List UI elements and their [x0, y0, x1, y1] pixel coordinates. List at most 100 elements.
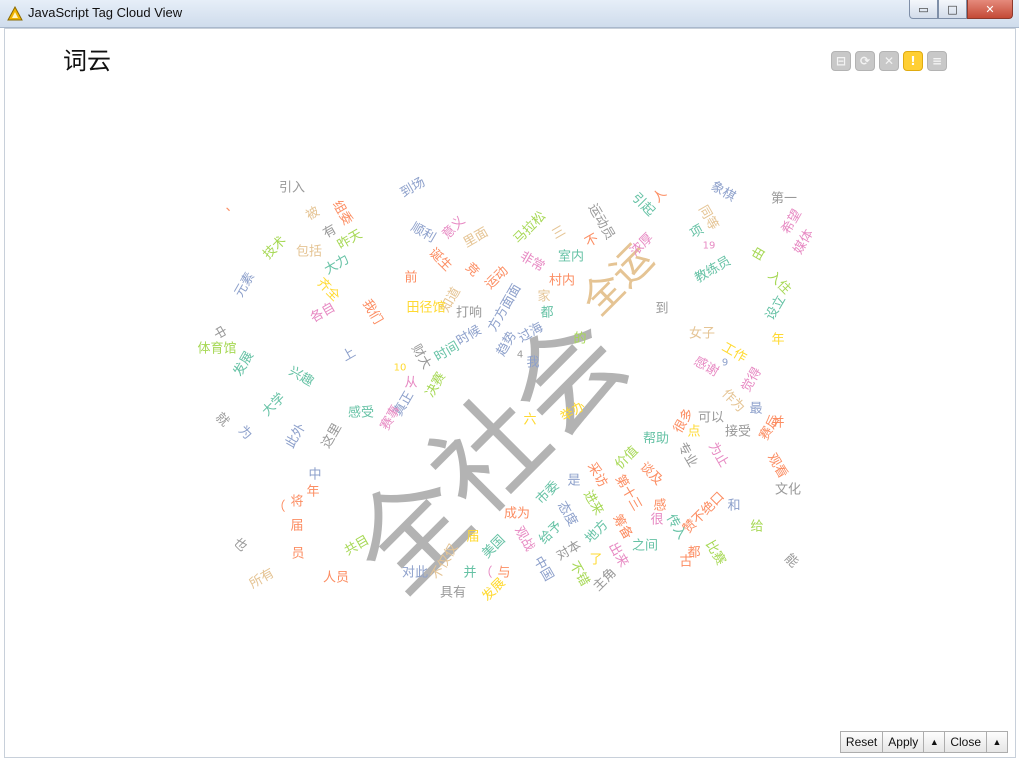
cloud-word[interactable]: 的 [573, 331, 586, 347]
cloud-word[interactable]: 教练员 [692, 253, 734, 286]
close-window-button[interactable]: ✕ [967, 0, 1013, 19]
cloud-word[interactable]: 人员 [323, 571, 349, 586]
cloud-word[interactable]: 将 [290, 495, 303, 510]
cloud-word[interactable]: 为 [235, 423, 255, 443]
reset-button[interactable]: Reset [839, 731, 884, 753]
cloud-word[interactable]: 各自 [307, 299, 338, 326]
cloud-word[interactable]: 传入 [663, 512, 689, 542]
cloud-word[interactable]: 很 [650, 513, 663, 528]
apply-button[interactable]: Apply [882, 731, 925, 753]
cloud-word[interactable]: 技术 [260, 233, 289, 262]
cloud-word[interactable]: 第一 [771, 192, 797, 207]
cloud-word[interactable]: 最 [749, 402, 762, 417]
cloud-word[interactable]: 时候 [454, 323, 484, 349]
cloud-word[interactable]: 大力 [322, 252, 352, 278]
cloud-word[interactable]: 也 [230, 535, 250, 555]
cloud-word[interactable]: 4 [517, 350, 523, 361]
cloud-word[interactable]: 打响 [456, 305, 482, 321]
cloud-word[interactable]: 诞生 [425, 245, 454, 274]
cloud-word[interactable]: 比赛 [702, 537, 729, 568]
cloud-word[interactable]: 帮助 [643, 432, 669, 447]
cloud-word[interactable]: 和 [727, 499, 740, 514]
cloud-word[interactable]: 到 [655, 302, 668, 317]
cloud-word[interactable]: 引入 [279, 181, 305, 196]
cloud-word[interactable]: 感 [653, 498, 666, 514]
cloud-word[interactable]: 都 [540, 306, 553, 321]
cloud-word[interactable]: 年 [306, 485, 319, 500]
cloud-word[interactable]: 六 [523, 413, 536, 428]
cloud-word[interactable]: 观看 [764, 450, 791, 481]
cloud-word[interactable]: 田径馆 [406, 301, 445, 316]
cloud-word[interactable]: 地方 [582, 517, 612, 547]
cloud-word[interactable]: 觉得 [738, 364, 765, 395]
cloud-word[interactable]: 前 [404, 270, 417, 286]
cloud-word[interactable]: 价值 [612, 443, 642, 473]
cloud-word[interactable]: 能 [781, 551, 801, 571]
cloud-word[interactable]: 文化 [775, 483, 801, 498]
cloud-word[interactable]: 兴趣 [286, 364, 316, 390]
close-options-button[interactable]: ▲ [986, 731, 1008, 753]
cloud-word[interactable]: 给予 [536, 518, 565, 547]
cloud-word[interactable]: 感谢 [691, 353, 722, 380]
cloud-word[interactable]: 中 [209, 324, 228, 343]
cloud-word[interactable]: 象棋 [708, 179, 738, 205]
cloud-word[interactable]: 所有 [247, 566, 277, 592]
cloud-word[interactable]: 员 [291, 547, 304, 562]
minimize-button[interactable]: ▭ [909, 0, 938, 19]
cloud-word[interactable]: 感受 [348, 405, 374, 421]
cloud-word[interactable]: 我们 [359, 297, 385, 327]
cloud-word[interactable]: 对此 [402, 566, 428, 581]
cloud-word[interactable]: 是 [567, 474, 580, 489]
cloud-word[interactable]: 村内 [549, 273, 575, 289]
cloud-word[interactable]: 非常 [517, 249, 547, 275]
cloud-word[interactable]: 从 [404, 376, 417, 391]
cloud-word[interactable]: 家 [537, 289, 550, 305]
cloud-word[interactable]: 专业 [674, 440, 700, 470]
cloud-word[interactable]: 9 [722, 358, 728, 369]
cloud-word[interactable]: 竞 [462, 259, 483, 280]
apply-options-button[interactable]: ▲ [923, 731, 946, 753]
cloud-word[interactable]: 室内 [558, 249, 584, 265]
cloud-word[interactable]: 这里 [318, 420, 345, 451]
cloud-word[interactable]: 不错 [566, 559, 592, 589]
cloud-word[interactable]: 元素 [232, 270, 258, 300]
cloud-word[interactable]: 第十三 [612, 472, 644, 513]
cloud-word[interactable]: 届 [290, 519, 303, 534]
maximize-button[interactable]: □ [938, 0, 967, 19]
cloud-word[interactable]: 19 [703, 241, 716, 252]
cloud-word[interactable]: 成为 [504, 507, 530, 522]
cloud-word[interactable]: 采访 [584, 460, 610, 490]
cloud-word[interactable]: 到场 [398, 175, 428, 201]
close-button[interactable]: Close [944, 731, 987, 753]
cloud-word[interactable]: 被 [304, 204, 323, 223]
cloud-word[interactable]: 谈及 [636, 459, 665, 488]
cloud-word[interactable]: 不 [583, 231, 602, 250]
cloud-word[interactable]: 财大 [408, 342, 434, 372]
cloud-word[interactable]: 上 [340, 345, 359, 364]
cloud-word[interactable]: 全运 [573, 235, 662, 324]
cloud-word[interactable]: 入住 [764, 268, 793, 297]
cloud-word[interactable]: 10 [394, 363, 407, 374]
cloud-word[interactable]: 体育馆 [197, 341, 236, 357]
cloud-word[interactable]: 齐全 [313, 275, 343, 305]
cloud-word[interactable]: 并 [463, 566, 476, 581]
cloud-word[interactable]: 点 [687, 425, 700, 440]
cloud-word[interactable]: 中 [308, 468, 321, 483]
cloud-word[interactable]: 届 [466, 530, 479, 545]
cloud-word[interactable]: 我 [526, 356, 539, 371]
cloud-word[interactable]: 人 [650, 186, 670, 206]
cloud-word[interactable]: 具有 [440, 586, 466, 601]
cloud-word[interactable]: 进来 [580, 488, 606, 518]
cloud-word[interactable]: 中国 [530, 554, 556, 584]
cloud-word[interactable]: 里面 [461, 225, 491, 251]
cloud-word[interactable]: 接受 [725, 424, 751, 440]
cloud-word[interactable]: 给 [750, 520, 763, 535]
cloud-word[interactable]: 、 [225, 200, 238, 215]
cloud-word[interactable]: 筹备 [609, 511, 636, 542]
cloud-word[interactable]: 为止 [705, 440, 731, 470]
cloud-word[interactable]: 包括 [296, 245, 322, 260]
cloud-word[interactable]: 马拉松 [511, 209, 549, 247]
cloud-word[interactable]: 组委 [329, 198, 355, 228]
cloud-word[interactable]: 了 [589, 553, 602, 568]
cloud-word[interactable]: 主角 [590, 565, 619, 594]
